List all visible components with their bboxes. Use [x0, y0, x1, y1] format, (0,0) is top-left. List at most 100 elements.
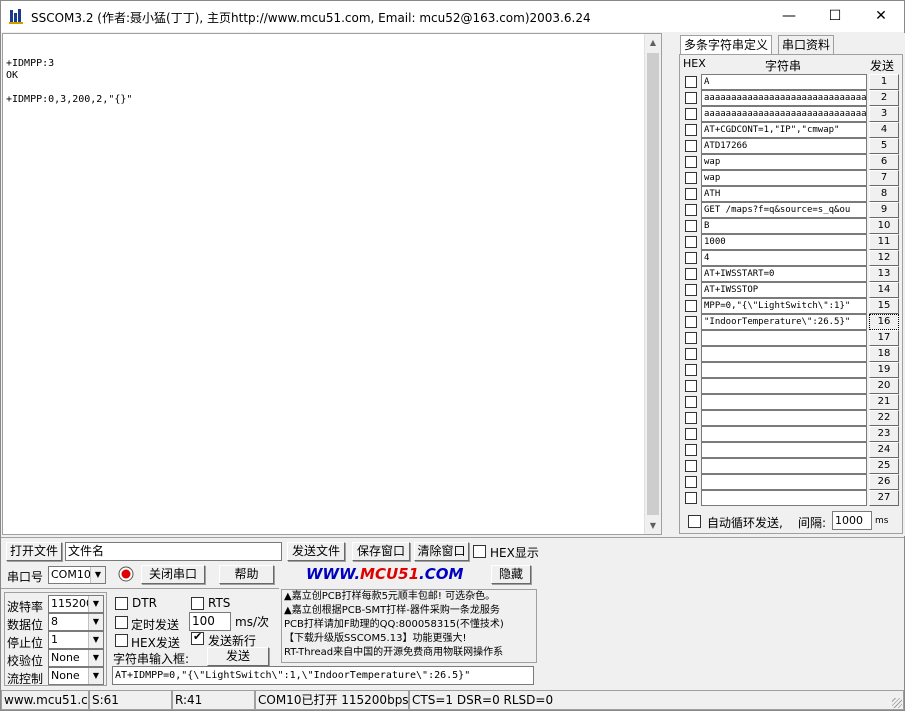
row-send-button[interactable]: 9 [869, 202, 899, 218]
row-string-input[interactable]: AT+IWSSTOP [701, 282, 867, 298]
ad-panel[interactable]: ▲嘉立创PCB打样每款5元顺丰包邮! 可选杂色。 ▲嘉立创根据PCB-SMT打样… [281, 589, 537, 663]
receive-scrollbar[interactable]: ▲ ▼ [644, 34, 661, 534]
help-button[interactable]: 帮助 [219, 565, 274, 584]
ad-line[interactable]: ▲嘉立创PCB打样每款5元顺丰包邮! 可选杂色。 [284, 590, 536, 604]
row-hex-checkbox[interactable] [685, 108, 697, 120]
ad-line[interactable]: 【下载升级版SSCOM5.13】功能更强大! [284, 632, 536, 646]
row-send-button[interactable]: 15 [869, 298, 899, 314]
hide-button[interactable]: 隐藏 [491, 565, 531, 584]
row-hex-checkbox[interactable] [685, 492, 697, 504]
row-send-button[interactable]: 14 [869, 282, 899, 298]
port-select[interactable]: COM10 ▼ [48, 566, 106, 584]
ad-line[interactable]: ▲嘉立创根据PCB-SMT打样-器件采购一条龙服务 [284, 604, 536, 618]
row-hex-checkbox[interactable] [685, 476, 697, 488]
row-send-button[interactable]: 22 [869, 410, 899, 426]
flow-select[interactable]: None ▼ [48, 667, 104, 685]
row-hex-checkbox[interactable] [685, 428, 697, 440]
interval-input[interactable]: 1000 [832, 511, 872, 530]
close-port-button[interactable]: 关闭串口 [141, 565, 205, 584]
row-string-input[interactable]: A [701, 74, 867, 90]
row-string-input[interactable] [701, 410, 867, 426]
row-hex-checkbox[interactable] [685, 444, 697, 456]
row-send-button[interactable]: 26 [869, 474, 899, 490]
maximize-button[interactable]: ☐ [812, 1, 858, 31]
period-input[interactable]: 100 [189, 612, 231, 631]
row-hex-checkbox[interactable] [685, 380, 697, 392]
ad-line[interactable]: PCB打样请加F助理的QQ:800058315(不懂技术) [284, 618, 536, 632]
scroll-thumb[interactable] [647, 53, 659, 515]
row-hex-checkbox[interactable] [685, 236, 697, 248]
row-send-button[interactable]: 1 [869, 74, 899, 90]
row-send-button[interactable]: 12 [869, 250, 899, 266]
send-file-button[interactable]: 发送文件 [287, 542, 345, 561]
row-string-input[interactable]: aaaaaaaaaaaaaaaaaaaaaaaaaaaaaaaaaaaa [701, 106, 867, 122]
row-string-input[interactable] [701, 346, 867, 362]
hex-send-checkbox[interactable] [115, 634, 128, 647]
row-hex-checkbox[interactable] [685, 92, 697, 104]
row-send-button[interactable]: 10 [869, 218, 899, 234]
minimize-button[interactable]: — [766, 1, 812, 31]
send-button[interactable]: 发送 [207, 647, 269, 666]
row-string-input[interactable] [701, 362, 867, 378]
row-hex-checkbox[interactable] [685, 140, 697, 152]
row-send-button[interactable]: 6 [869, 154, 899, 170]
row-hex-checkbox[interactable] [685, 332, 697, 344]
close-button[interactable]: ✕ [858, 1, 904, 31]
row-hex-checkbox[interactable] [685, 220, 697, 232]
ad-line[interactable]: RT-Thread来自中国的开源免费商用物联网操作系 [284, 646, 536, 660]
row-hex-checkbox[interactable] [685, 284, 697, 296]
row-string-input[interactable]: ATH [701, 186, 867, 202]
row-send-button[interactable]: 17 [869, 330, 899, 346]
hex-display-checkbox[interactable] [473, 545, 486, 558]
row-send-button[interactable]: 21 [869, 394, 899, 410]
row-hex-checkbox[interactable] [685, 348, 697, 360]
row-send-button[interactable]: 8 [869, 186, 899, 202]
tab-port-info[interactable]: 串口资料 [778, 35, 835, 55]
row-hex-checkbox[interactable] [685, 76, 697, 88]
row-send-button[interactable]: 27 [869, 490, 899, 506]
resize-grip-icon[interactable] [892, 698, 902, 708]
tab-multi-string[interactable]: 多条字符串定义 [680, 35, 773, 55]
row-string-input[interactable]: wap [701, 154, 867, 170]
row-string-input[interactable]: ATD17266 [701, 138, 867, 154]
row-hex-checkbox[interactable] [685, 156, 697, 168]
row-hex-checkbox[interactable] [685, 364, 697, 376]
row-send-button[interactable]: 3 [869, 106, 899, 122]
rts-checkbox[interactable] [191, 597, 204, 610]
auto-loop-checkbox[interactable] [688, 515, 701, 528]
row-hex-checkbox[interactable] [685, 124, 697, 136]
row-string-input[interactable] [701, 378, 867, 394]
receive-area[interactable]: +IDMPP:3 OK +IDMPP:0,3,200,2,"{}" ▲ ▼ [2, 33, 662, 535]
row-hex-checkbox[interactable] [685, 316, 697, 328]
row-string-input[interactable]: "IndoorTemperature\":26.5}" [701, 314, 867, 330]
dtr-checkbox[interactable] [115, 597, 128, 610]
row-hex-checkbox[interactable] [685, 204, 697, 216]
timed-send-checkbox[interactable] [115, 616, 128, 629]
send-string-input[interactable]: AT+IDMPP=0,"{\"LightSwitch\":1,\"IndoorT… [112, 666, 534, 685]
row-send-button[interactable]: 5 [869, 138, 899, 154]
row-hex-checkbox[interactable] [685, 268, 697, 280]
send-newline-checkbox[interactable] [191, 630, 204, 645]
row-hex-checkbox[interactable] [685, 396, 697, 408]
row-string-input[interactable]: aaaaaaaaaaaaaaaaaaaaaaaaaaaaaaaaaaaa [701, 90, 867, 106]
open-file-button[interactable]: 打开文件 [6, 542, 62, 561]
row-hex-checkbox[interactable] [685, 412, 697, 424]
row-hex-checkbox[interactable] [685, 460, 697, 472]
row-string-input[interactable] [701, 394, 867, 410]
row-send-button[interactable]: 16 [869, 314, 899, 330]
row-send-button[interactable]: 2 [869, 90, 899, 106]
row-send-button[interactable]: 19 [869, 362, 899, 378]
databits-select[interactable]: 8 ▼ [48, 613, 104, 631]
scroll-up-icon[interactable]: ▲ [645, 34, 661, 51]
clear-window-button[interactable]: 清除窗口 [414, 542, 469, 561]
row-send-button[interactable]: 13 [869, 266, 899, 282]
file-name-input[interactable]: 文件名 [65, 542, 282, 561]
row-string-input[interactable]: 1000 [701, 234, 867, 250]
row-send-button[interactable]: 20 [869, 378, 899, 394]
stopbits-select[interactable]: 1 ▼ [48, 631, 104, 649]
save-window-button[interactable]: 保存窗口 [352, 542, 410, 561]
row-send-button[interactable]: 24 [869, 442, 899, 458]
row-string-input[interactable]: B [701, 218, 867, 234]
row-send-button[interactable]: 7 [869, 170, 899, 186]
row-hex-checkbox[interactable] [685, 188, 697, 200]
